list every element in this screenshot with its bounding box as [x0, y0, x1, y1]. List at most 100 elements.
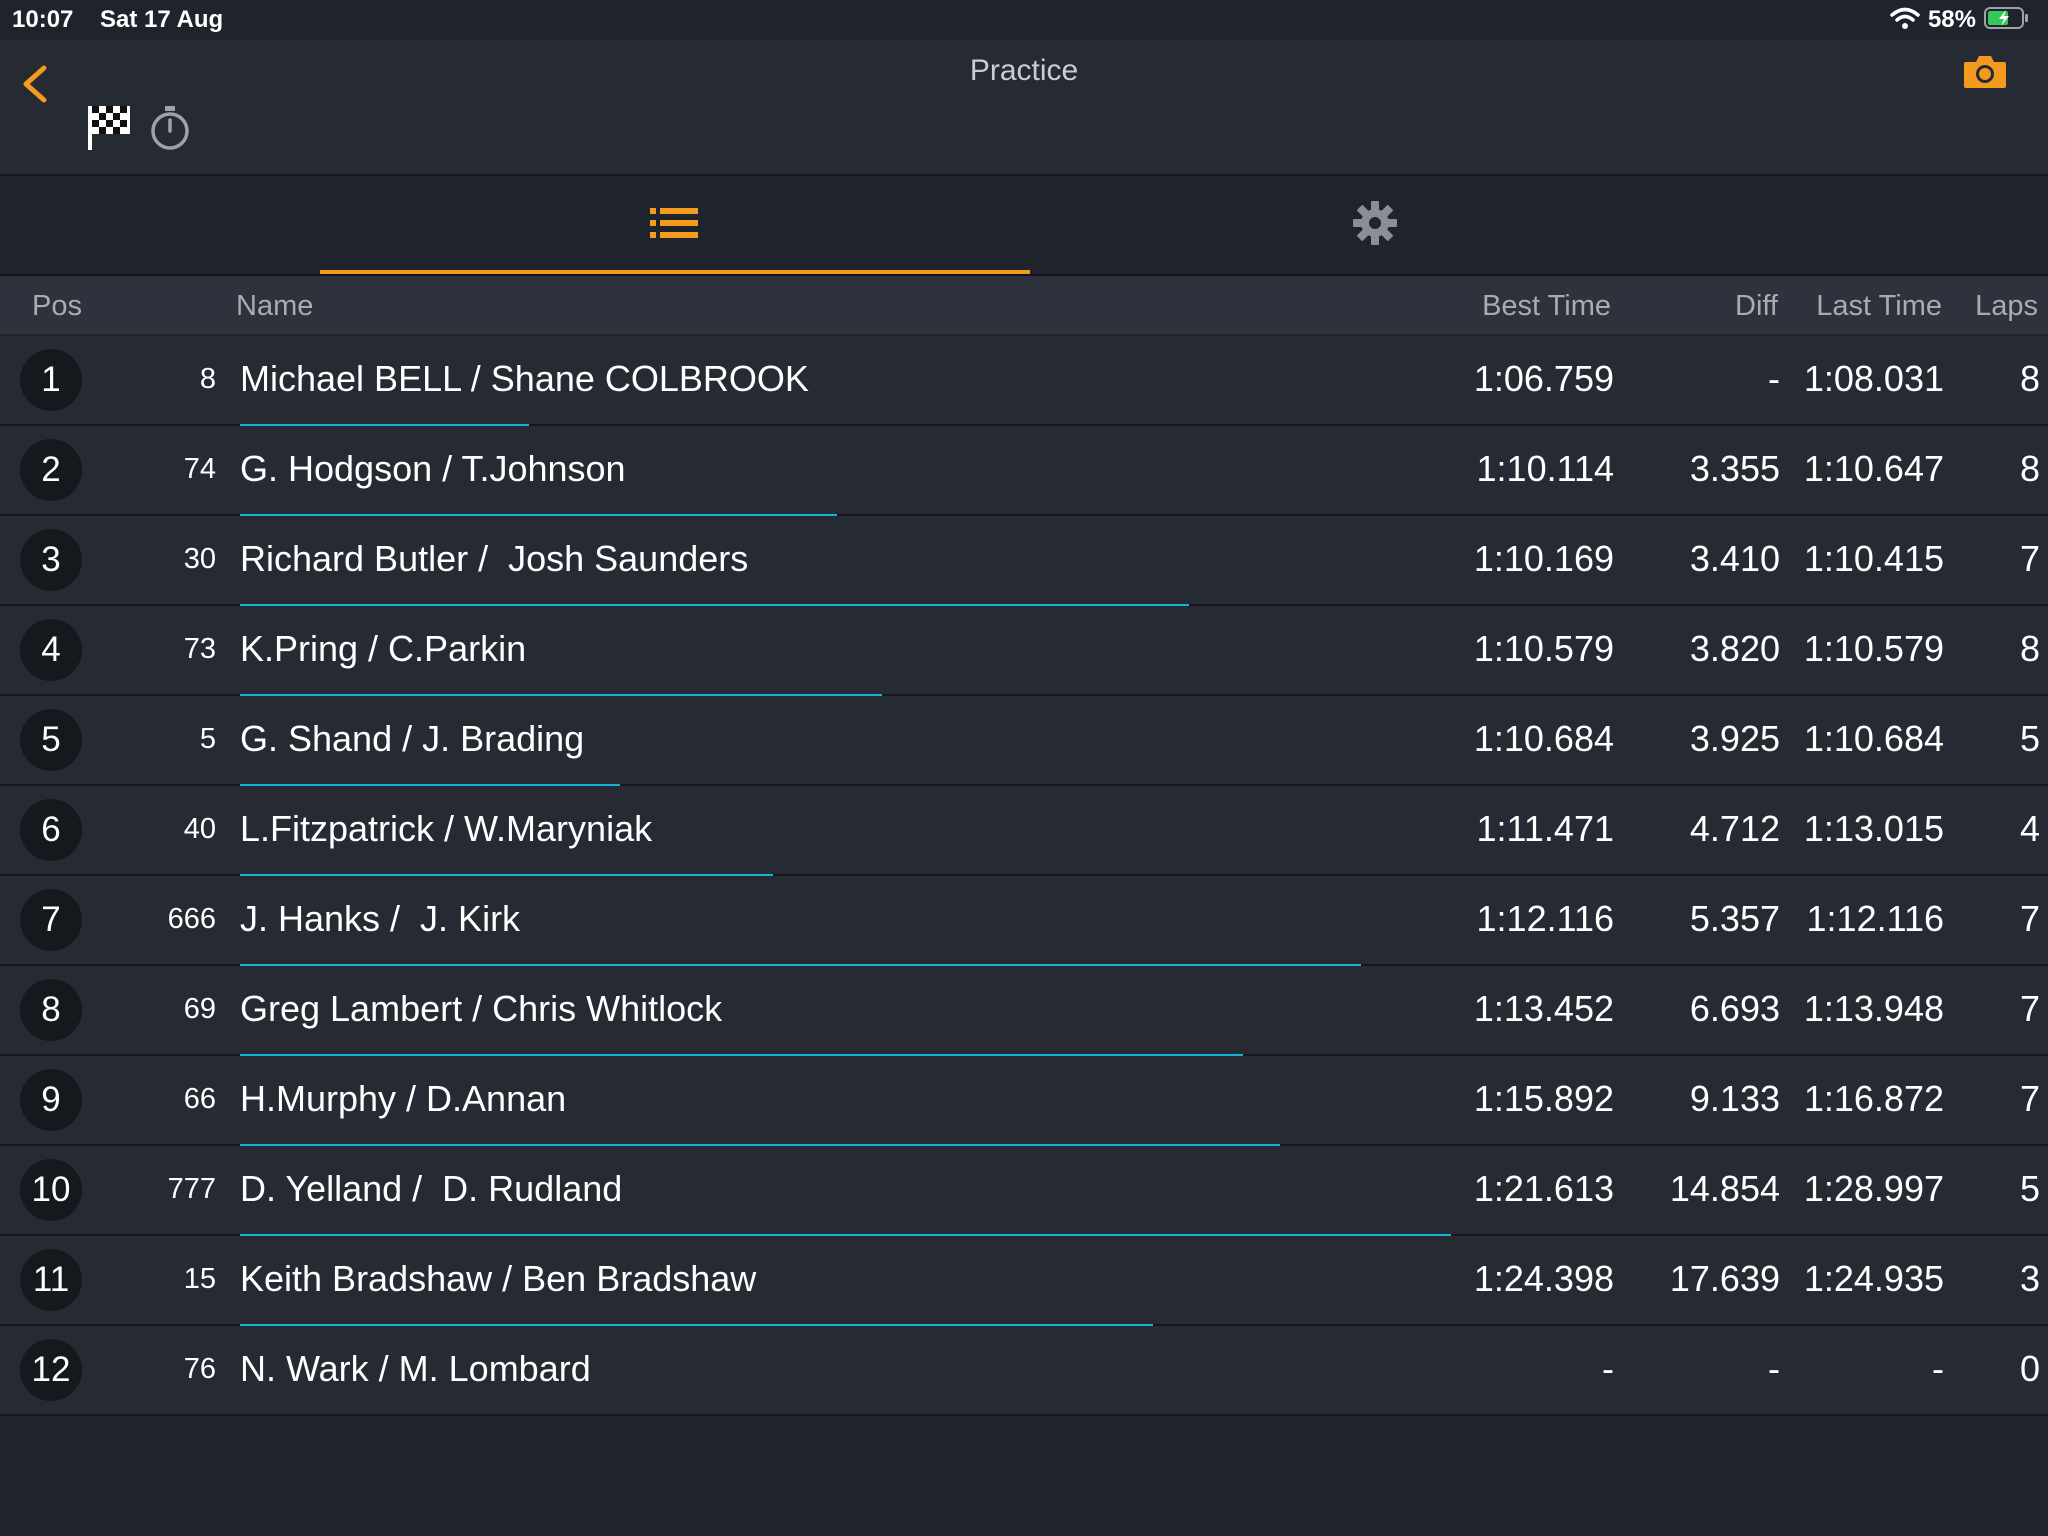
status-time: 10:07	[12, 6, 74, 33]
diff-time: 3.820	[1689, 628, 1780, 669]
best-time: 1:24.398	[1473, 1258, 1614, 1299]
driver-names: G. Shand / J. Brading	[240, 718, 585, 759]
battery-percent: 58%	[1927, 6, 1976, 33]
last-time: 1:13.015	[1803, 808, 1944, 849]
best-time: 1:12.116	[1476, 898, 1614, 939]
position-badge: 4	[20, 619, 82, 681]
car-number: 777	[167, 1173, 216, 1205]
driver-names: Greg Lambert / Chris Whitlock	[240, 988, 723, 1029]
last-time: 1:13.948	[1803, 988, 1944, 1029]
position-badge: 11	[20, 1249, 82, 1311]
car-number: 5	[199, 723, 216, 755]
last-time: 1:10.415	[1803, 538, 1944, 579]
driver-names: N. Wark / M. Lombard	[240, 1348, 591, 1389]
diff-time: 14.854	[1669, 1168, 1780, 1209]
position-badge: 1	[20, 349, 82, 411]
car-number: 15	[183, 1263, 216, 1295]
best-time: 1:15.892	[1473, 1078, 1614, 1119]
camera-icon[interactable]	[1962, 52, 2008, 92]
car-number: 73	[183, 633, 216, 665]
last-time: 1:28.997	[1803, 1168, 1944, 1209]
table-row[interactable]: 5 5 G. Shand / J. Brading 1:10.684 3.925…	[0, 696, 2048, 786]
last-time: 1:16.872	[1803, 1078, 1944, 1119]
best-time: 1:10.169	[1473, 538, 1614, 579]
best-time: 1:13.452	[1473, 988, 1614, 1029]
diff-time: 3.410	[1689, 538, 1780, 579]
car-number: 74	[183, 453, 216, 485]
position-badge: 10	[20, 1159, 82, 1221]
header-diff[interactable]: Diff	[1735, 290, 1778, 323]
table-row[interactable]: 2 74 G. Hodgson / T.Johnson 1:10.114 3.3…	[0, 426, 2048, 516]
table-row[interactable]: 3 30 Richard Butler / Josh Saunders 1:10…	[0, 516, 2048, 606]
stopwatch-icon[interactable]	[148, 104, 192, 152]
laps-count: 5	[2019, 718, 2040, 759]
best-time: 1:21.613	[1473, 1168, 1614, 1209]
last-time: 1:12.116	[1806, 898, 1944, 939]
header-best-time[interactable]: Best Time	[1482, 290, 1611, 323]
diff-time: 6.693	[1689, 988, 1780, 1029]
laps-count: 8	[2019, 358, 2040, 399]
header-name[interactable]: Name	[236, 290, 313, 323]
table-row[interactable]: 1 8 Michael BELL / Shane COLBROOK 1:06.7…	[0, 336, 2048, 426]
laps-count: 4	[2019, 808, 2040, 849]
status-indicators: 58%	[1890, 6, 2030, 34]
status-bar: 10:07 Sat 17 Aug 58%	[0, 0, 2048, 40]
table-row[interactable]: 4 73 K.Pring / C.Parkin 1:10.579 3.820 1…	[0, 606, 2048, 696]
diff-time: -	[1768, 1348, 1780, 1389]
best-time: 1:10.684	[1473, 718, 1614, 759]
laps-count: 8	[2019, 448, 2040, 489]
driver-names: Michael BELL / Shane COLBROOK	[240, 358, 809, 399]
page-title: Practice	[969, 54, 1079, 87]
tab-bar	[0, 176, 2048, 276]
position-badge: 12	[20, 1339, 82, 1401]
laps-count: 0	[2019, 1348, 2040, 1389]
header-last-time[interactable]: Last Time	[1816, 290, 1942, 323]
laps-count: 7	[2019, 538, 2040, 579]
best-time: -	[1602, 1348, 1614, 1389]
driver-names: D. Yelland / D. Rudland	[240, 1168, 623, 1209]
last-time: 1:10.647	[1803, 448, 1944, 489]
header-laps[interactable]: Laps	[1975, 290, 2038, 323]
position-badge: 2	[20, 439, 82, 501]
last-time: 1:24.935	[1803, 1258, 1944, 1299]
lap-progress-track	[240, 1414, 2048, 1416]
laps-count: 7	[2019, 988, 2040, 1029]
checkered-flag-icon[interactable]	[86, 102, 132, 152]
driver-names: L.Fitzpatrick / W.Maryniak	[240, 808, 653, 849]
driver-names: Richard Butler / Josh Saunders	[240, 538, 749, 579]
table-row[interactable]: 12 76 N. Wark / M. Lombard - - - 0	[0, 1326, 2048, 1416]
tab-results-list[interactable]	[320, 176, 1030, 274]
best-time: 1:10.114	[1476, 448, 1614, 489]
status-date: Sat 17 Aug	[100, 6, 224, 33]
table-row[interactable]: 8 69 Greg Lambert / Chris Whitlock 1:13.…	[0, 966, 2048, 1056]
last-time: 1:08.031	[1803, 358, 1944, 399]
car-number: 666	[167, 903, 216, 935]
diff-time: 3.355	[1689, 448, 1780, 489]
position-badge: 8	[20, 979, 82, 1041]
table-row[interactable]: 7 666 J. Hanks / J. Kirk 1:12.116 5.357 …	[0, 876, 2048, 966]
diff-time: 17.639	[1669, 1258, 1780, 1299]
laps-count: 3	[2019, 1258, 2040, 1299]
diff-time: 5.357	[1689, 898, 1780, 939]
last-time: 1:10.579	[1803, 628, 1944, 669]
best-time: 1:06.759	[1473, 358, 1614, 399]
header-pos[interactable]: Pos	[32, 290, 82, 323]
diff-time: 3.925	[1689, 718, 1780, 759]
position-badge: 5	[20, 709, 82, 771]
nav-bar: Practice	[0, 40, 2048, 176]
battery-icon	[1984, 6, 2030, 35]
position-badge: 3	[20, 529, 82, 591]
position-badge: 9	[20, 1069, 82, 1131]
table-row[interactable]: 6 40 L.Fitzpatrick / W.Maryniak 1:11.471…	[0, 786, 2048, 876]
last-time: 1:10.684	[1803, 718, 1944, 759]
car-number: 66	[183, 1083, 216, 1115]
driver-names: Keith Bradshaw / Ben Bradshaw	[240, 1258, 757, 1299]
gear-icon	[1352, 200, 1398, 251]
tab-settings[interactable]	[1020, 176, 1730, 274]
table-row[interactable]: 11 15 Keith Bradshaw / Ben Bradshaw 1:24…	[0, 1236, 2048, 1326]
car-number: 76	[183, 1353, 216, 1385]
laps-count: 5	[2019, 1168, 2040, 1209]
laps-count: 8	[2019, 628, 2040, 669]
table-row[interactable]: 9 66 H.Murphy / D.Annan 1:15.892 9.133 1…	[0, 1056, 2048, 1146]
table-row[interactable]: 10 777 D. Yelland / D. Rudland 1:21.613 …	[0, 1146, 2048, 1236]
